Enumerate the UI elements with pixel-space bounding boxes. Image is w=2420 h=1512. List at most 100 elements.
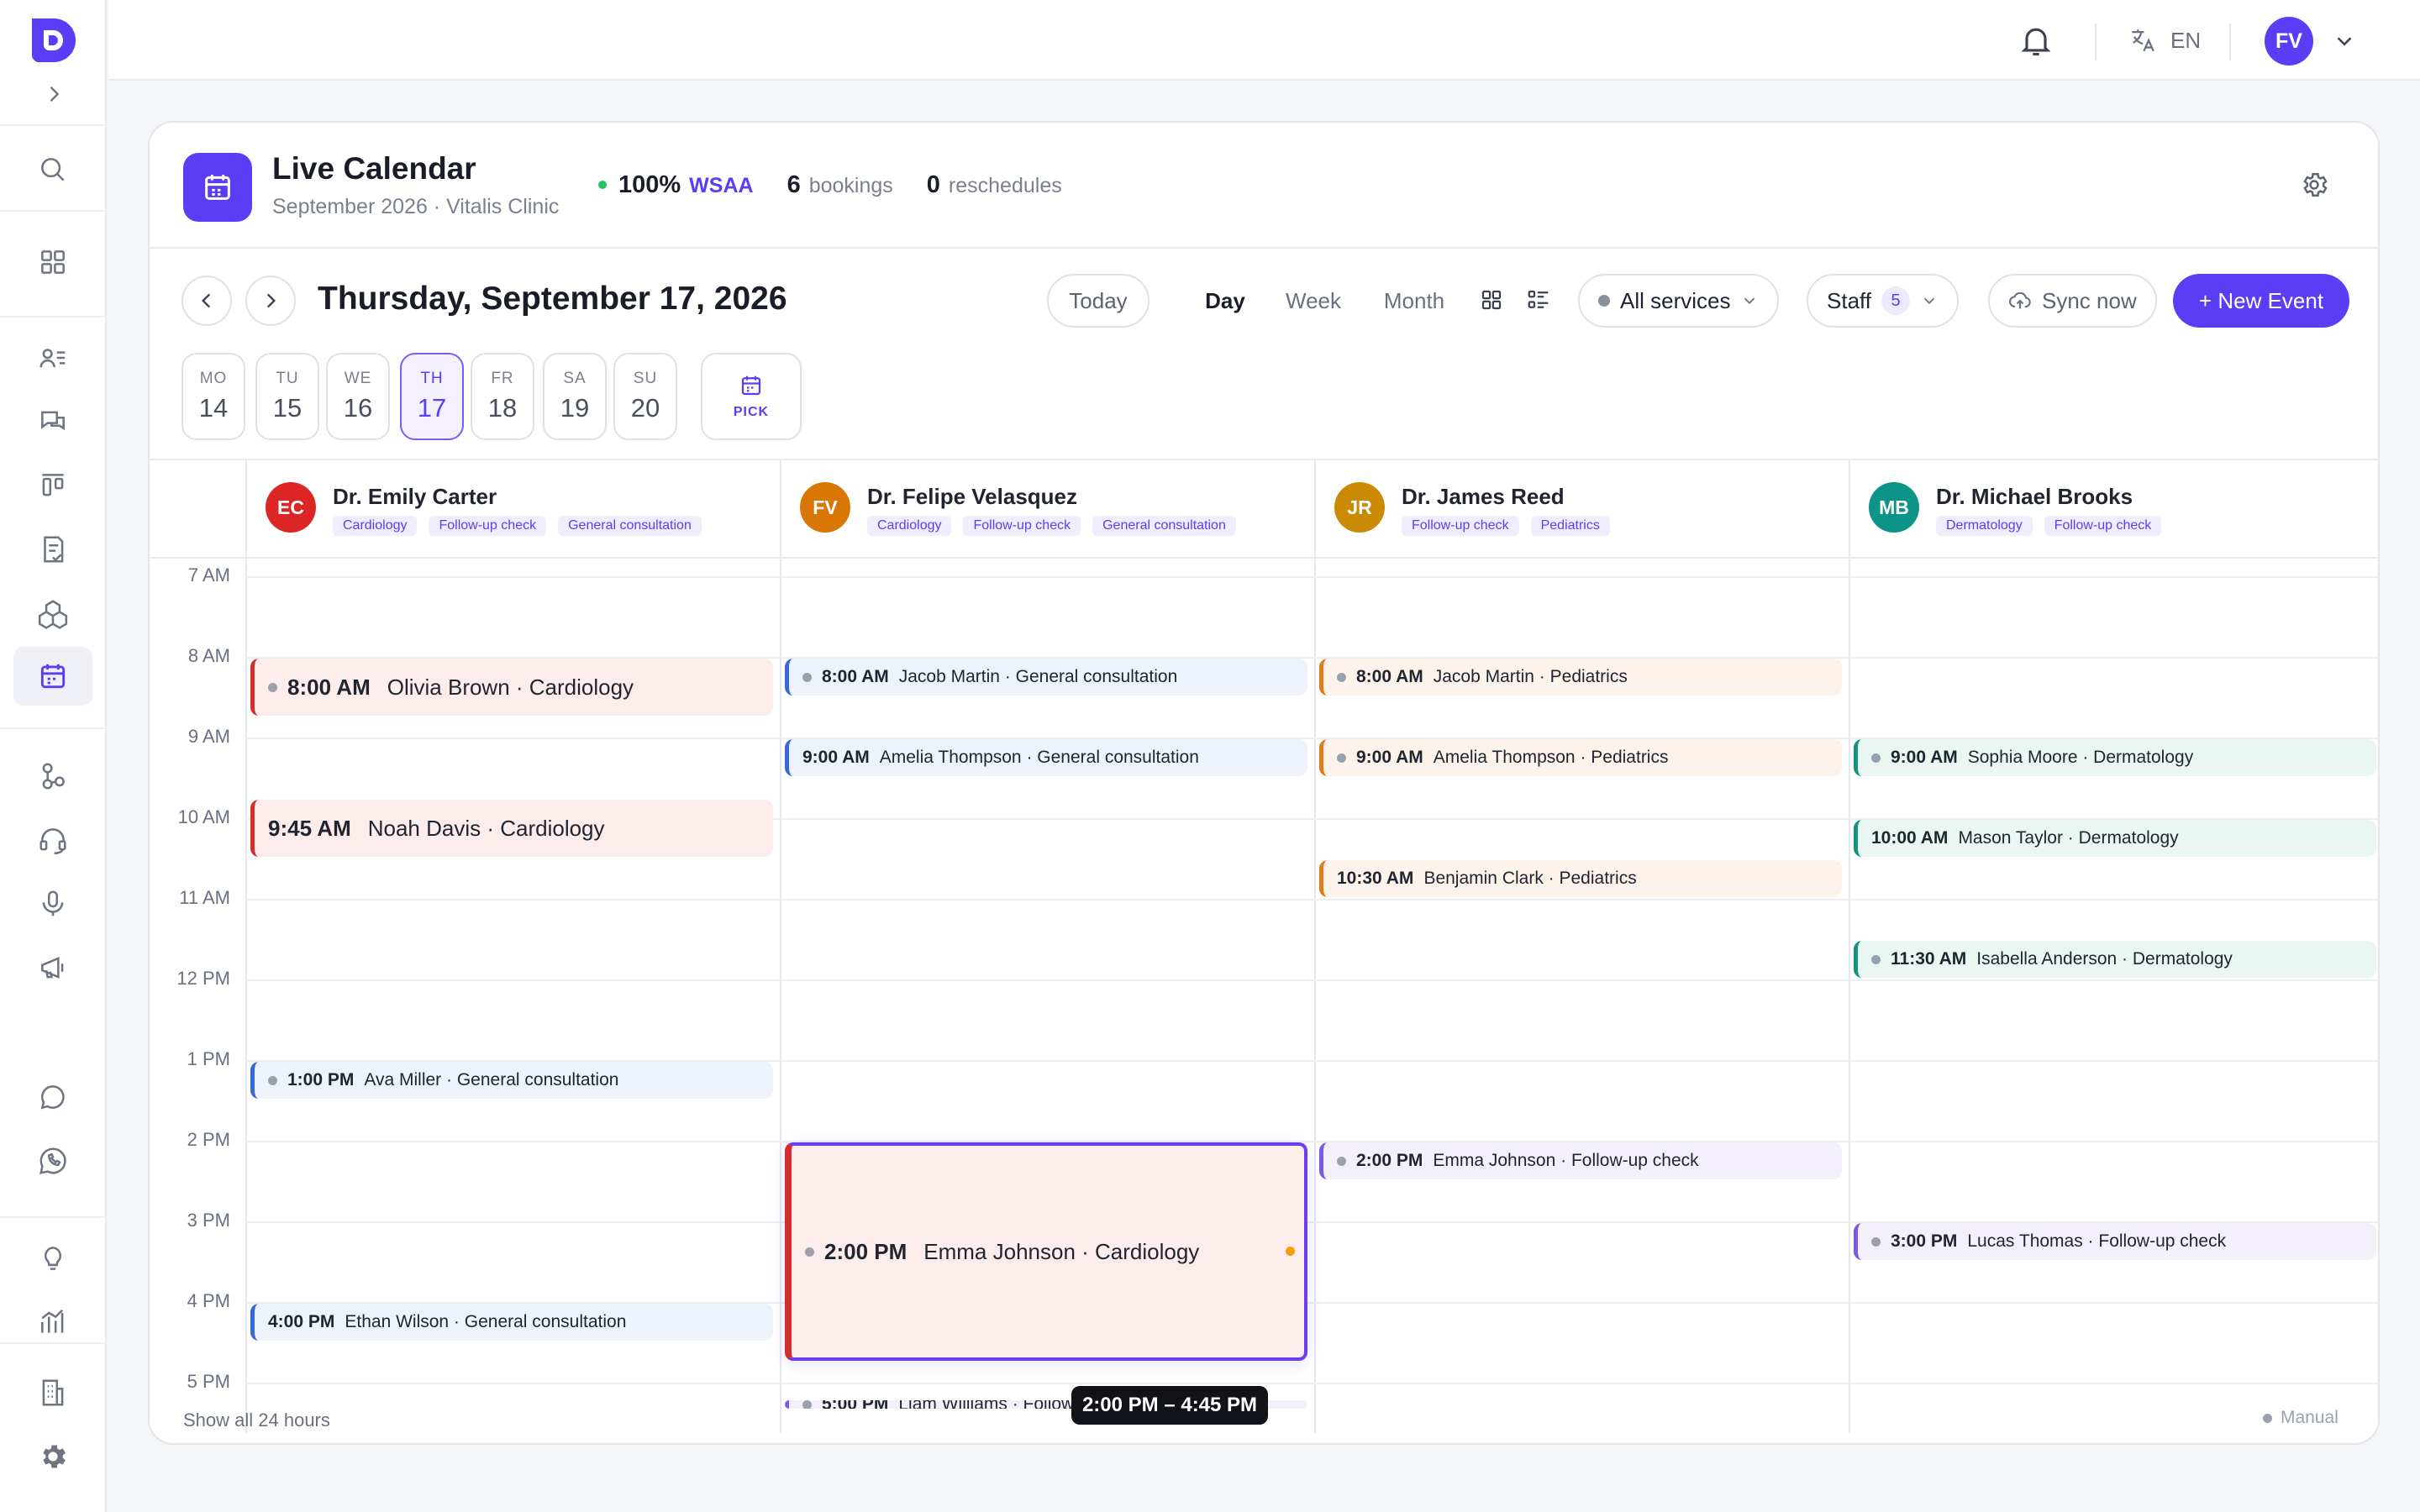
staff-avatar: FV	[800, 482, 850, 533]
appointment[interactable]: 9:00 AM Amelia Thompson · Pediatrics	[1319, 739, 1842, 776]
appointment[interactable]: 9:45 AM Noah Davis · Cardiology	[250, 800, 773, 857]
appointment[interactable]: 11:30 AM Isabella Anderson · Dermatology	[1854, 941, 2376, 978]
sync-now-button[interactable]: Sync now	[1988, 274, 2157, 328]
day-chip-we[interactable]: WE 16	[326, 353, 390, 440]
hour-label: 4 PM	[187, 1290, 230, 1311]
settings-gear-icon[interactable]	[2299, 170, 2329, 200]
day-chip-su[interactable]: SU 20	[613, 353, 677, 440]
staff-column-header[interactable]: FV Dr. Felipe Velasquez Cardiology Follow-u…	[780, 459, 1313, 558]
today-button[interactable]: Today	[1047, 274, 1150, 328]
event-time: 5:00 PM	[822, 1400, 888, 1409]
tab-week[interactable]: Week	[1267, 277, 1360, 324]
day-chip-th[interactable]: TH 17	[400, 353, 464, 440]
service-tag: Follow-up check	[1402, 516, 1519, 536]
checklist-icon[interactable]	[28, 524, 78, 575]
headset-icon[interactable]	[28, 815, 78, 865]
hour-label: 1 PM	[187, 1048, 230, 1069]
selected-appointment[interactable]: 2:00 PM Emma Johnson · Cardiology	[785, 1142, 1307, 1361]
day-chip-sa[interactable]: SA 19	[543, 353, 607, 440]
tab-day[interactable]: Day	[1183, 277, 1267, 324]
appointment[interactable]: 1:00 PM Ava Miller · General consultation	[250, 1062, 773, 1099]
appointment[interactable]: 8:00 AM Jacob Martin · Pediatrics	[1319, 659, 1842, 696]
event-title: Emma Johnson · Cardiology	[923, 1238, 1200, 1264]
event-title: Jacob Martin · General consultation	[898, 667, 1178, 686]
event-title: Sophia Moore · Dermatology	[1967, 748, 2194, 767]
nodes-icon[interactable]	[28, 751, 78, 801]
appointment[interactable]: 2:00 PM Emma Johnson · Follow-up check	[1319, 1142, 1842, 1179]
event-time: 9:45 AM	[268, 815, 351, 841]
search-icon[interactable]	[28, 144, 78, 195]
expand-sidebar-icon[interactable]	[42, 82, 66, 106]
contacts-icon[interactable]	[28, 333, 78, 383]
appointment[interactable]: 10:00 AM Mason Taylor · Dermatology	[1854, 820, 2376, 857]
pick-date-button[interactable]: PICK	[701, 353, 802, 440]
day-chip-tu[interactable]: TU 15	[255, 353, 319, 440]
bell-icon[interactable]	[2018, 22, 2054, 59]
hour-label: 9 AM	[187, 726, 230, 747]
prev-day-button[interactable]	[182, 276, 232, 326]
chat-icon[interactable]	[28, 1072, 78, 1122]
event-time: 8:00 AM	[1356, 667, 1423, 686]
language-selector[interactable]: EN	[2128, 24, 2201, 57]
event-dot	[1337, 672, 1346, 682]
appointment[interactable]: 4:00 PM Ethan Wilson · General consultati…	[250, 1304, 773, 1341]
day-of-week: SA	[563, 370, 587, 387]
user-avatar[interactable]: FV	[2265, 17, 2313, 66]
bar-chart-icon[interactable]	[28, 1297, 78, 1347]
staff-filter-label: Staff	[1827, 287, 1872, 313]
day-number: 14	[198, 393, 229, 423]
new-event-button[interactable]: + New Event	[2173, 274, 2349, 328]
appointment[interactable]: 9:00 AM Amelia Thompson · General consult…	[785, 739, 1307, 776]
event-title: Olivia Brown · Cardiology	[387, 674, 634, 700]
staff-column-header[interactable]: EC Dr. Emily Carter Cardiology Follow-up ch…	[245, 459, 778, 558]
appointment[interactable]: 9:00 AM Sophia Moore · Dermatology	[1854, 739, 2376, 776]
appointment[interactable]: 8:00 AM Jacob Martin · General consultati…	[785, 659, 1307, 696]
staff-column-header[interactable]: MB Dr. Michael Brooks Dermatology Follow-up…	[1849, 459, 2378, 558]
chevron-down-icon[interactable]	[2332, 29, 2357, 54]
list-view-icon[interactable]	[1526, 287, 1551, 312]
megaphone-icon[interactable]	[28, 942, 78, 993]
chat-bubbles-icon[interactable]	[28, 396, 78, 447]
microphone-icon[interactable]	[28, 879, 78, 929]
staff-name: Dr. Michael Brooks	[1936, 484, 2133, 509]
service-tag: Cardiology	[867, 516, 952, 536]
lightbulb-icon[interactable]	[28, 1233, 78, 1284]
whatsapp-icon[interactable]	[28, 1136, 78, 1186]
appointment[interactable]: 8:00 AM Olivia Brown · Cardiology	[250, 659, 773, 716]
appointment[interactable]: 10:30 AM Benjamin Clark · Pediatrics	[1319, 860, 1842, 897]
event-dot	[1337, 753, 1346, 763]
next-day-button[interactable]	[245, 276, 296, 326]
bookings-label: bookings	[808, 174, 893, 197]
top-bar: EN FV	[108, 0, 2420, 81]
appointment[interactable]: 3:00 PM Lucas Thomas · Follow-up check	[1854, 1223, 2376, 1260]
event-time: 9:00 AM	[1356, 748, 1423, 767]
staff-filter[interactable]: Staff 5	[1807, 274, 1960, 328]
grid-view-icon[interactable]	[1479, 287, 1504, 312]
staff-avatar: JR	[1334, 482, 1385, 533]
boxes-icon[interactable]	[28, 588, 78, 638]
app-logo[interactable]	[29, 15, 79, 66]
calendar-card: Live Calendar September 2026 · Vitalis C…	[148, 121, 2380, 1445]
sidebar	[0, 0, 107, 1512]
kanban-icon[interactable]	[28, 460, 78, 511]
staff-column-header[interactable]: JR Dr. James Reed Follow-up check Pediatric…	[1314, 459, 1847, 558]
day-number: 20	[630, 393, 660, 423]
event-title: Amelia Thompson · Pediatrics	[1433, 748, 1669, 767]
event-dot	[1337, 1156, 1346, 1166]
services-filter[interactable]: All services	[1578, 274, 1780, 328]
calendar-icon[interactable]	[13, 647, 92, 706]
service-tag: Follow-up check	[429, 516, 547, 536]
tab-month[interactable]: Month	[1360, 277, 1469, 324]
show-all-hours-link[interactable]: Show all 24 hours	[183, 1410, 330, 1431]
staff-name: Dr. James Reed	[1402, 484, 1565, 509]
gear-icon[interactable]	[28, 1431, 78, 1482]
day-chip-mo[interactable]: MO 14	[182, 353, 245, 440]
page-title: Live Calendar	[272, 151, 476, 186]
day-of-week: TH	[420, 370, 444, 387]
staff-name: Dr. Felipe Velasquez	[867, 484, 1077, 509]
building-icon[interactable]	[28, 1368, 78, 1418]
event-dot	[802, 1400, 812, 1410]
grid-icon[interactable]	[28, 237, 78, 287]
day-chip-fr[interactable]: FR 18	[471, 353, 534, 440]
hour-label: 2 PM	[187, 1129, 230, 1150]
